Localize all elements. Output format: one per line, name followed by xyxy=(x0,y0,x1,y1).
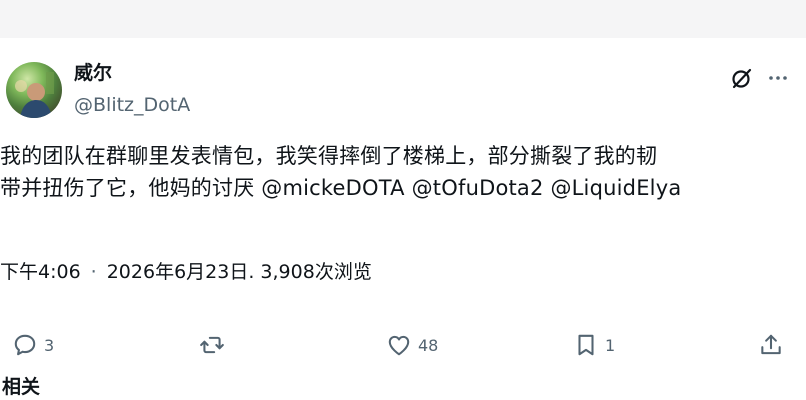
related-heading: 相关 xyxy=(2,376,41,398)
author-name[interactable]: 威尔 xyxy=(74,60,112,86)
post-time[interactable]: 下午4:06 xyxy=(0,258,81,286)
top-bar xyxy=(0,0,806,38)
avatar[interactable] xyxy=(6,62,62,118)
like-icon xyxy=(388,335,410,356)
action-bar: 3 48 1 xyxy=(0,328,806,362)
post-meta: 下午4:06 · 2026年6月23日. 3,908次浏览 xyxy=(0,258,372,286)
avatar-image xyxy=(15,72,54,118)
post-line-1: 我的团队在群聊里发表情包，我笑得摔倒了楼梯上，部分撕裂了我的韧 xyxy=(0,144,658,168)
post-date[interactable]: 2026年6月23日 xyxy=(107,258,249,286)
view-count: . 3,908次浏览 xyxy=(248,261,372,283)
mention-link[interactable]: @mickeDOTA xyxy=(261,176,404,200)
grok-icon[interactable] xyxy=(730,66,754,90)
reply-button[interactable]: 3 xyxy=(12,328,54,362)
author-handle[interactable]: @Blitz_DotA xyxy=(74,92,190,118)
meta-separator: · xyxy=(90,261,97,283)
post-line-2-text: 带并扭伤了它，他妈的讨厌 xyxy=(0,176,262,200)
post-text: 我的团队在群聊里发表情包，我笑得摔倒了楼梯上，部分撕裂了我的韧 带并扭伤了它，他… xyxy=(0,140,800,204)
bookmark-button[interactable]: 1 xyxy=(573,328,615,362)
retweet-button[interactable] xyxy=(199,328,231,362)
more-icon[interactable] xyxy=(766,66,790,90)
like-count: 48 xyxy=(418,335,439,355)
like-button[interactable]: 48 xyxy=(386,328,438,362)
bookmark-icon xyxy=(578,334,594,356)
reply-count: 3 xyxy=(44,335,55,355)
post-line-2: 带并扭伤了它，他妈的讨厌 @mickeDOTA @tOfuDota2 @Liqu… xyxy=(0,172,800,204)
mention-link[interactable]: @tOfuDota2 xyxy=(412,176,544,200)
mention-link[interactable]: @LiquidElya xyxy=(550,176,681,200)
reply-icon xyxy=(14,334,36,356)
share-icon xyxy=(761,334,781,355)
share-button[interactable] xyxy=(758,328,784,362)
retweet-icon xyxy=(200,336,224,354)
bookmark-count: 1 xyxy=(605,335,616,355)
